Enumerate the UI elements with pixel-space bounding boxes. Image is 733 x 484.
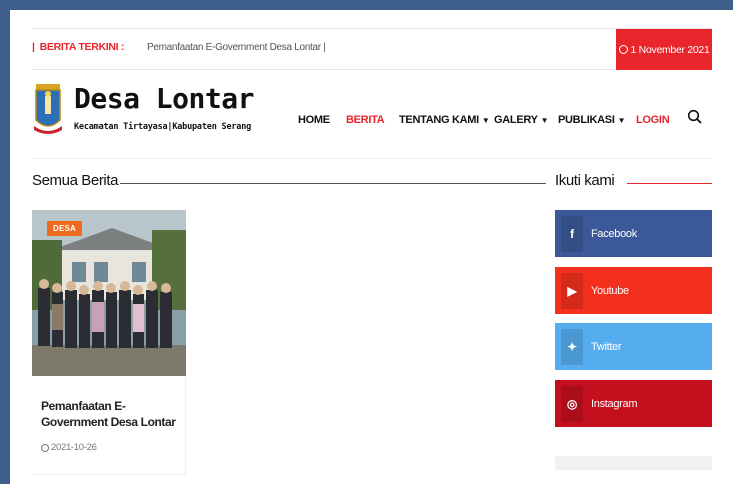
category-badge[interactable]: DESA	[47, 221, 83, 236]
search-icon[interactable]	[687, 109, 703, 125]
nav-galery[interactable]: GALERY ▼	[494, 114, 549, 126]
sidebar-title-line	[627, 183, 712, 184]
nav-berita-label: BERITA	[346, 114, 385, 126]
social-facebook-button[interactable]: f Facebook	[555, 210, 712, 257]
nav-tentang-kami-label: TENTANG KAMI	[399, 114, 479, 126]
breaking-news-label: | BERITA TERKINI :	[32, 41, 125, 53]
social-youtube-label: Youtube	[591, 284, 629, 297]
social-youtube-button[interactable]: ▶ Youtube	[555, 267, 712, 314]
date-badge: 1 November 2021	[616, 29, 712, 70]
site-title[interactable]: Desa Lontar	[74, 82, 254, 115]
sidebar-widget	[555, 456, 712, 470]
breaking-news-bar: | BERITA TERKINI : Pemanfaatan E-Governme…	[32, 28, 712, 70]
clock-icon	[41, 443, 49, 452]
page: | BERITA TERKINI : Pemanfaatan E-Governme…	[10, 10, 733, 484]
social-twitter-label: Twitter	[591, 340, 622, 353]
news-title[interactable]: Pemanfaatan E-Government Desa Lontar	[41, 398, 181, 430]
sidebar-title: Ikuti kami	[555, 172, 615, 189]
caret-down-icon: ▼	[617, 116, 626, 125]
news-image[interactable]: DESA	[32, 210, 186, 376]
nav-tentang-kami[interactable]: TENTANG KAMI ▼	[399, 114, 490, 126]
section-title: Semua Berita	[32, 172, 119, 189]
nav-publikasi[interactable]: PUBLIKASI ▼	[558, 114, 626, 126]
breaking-news-label-text: BERITA TERKINI :	[39, 41, 125, 53]
twitter-icon: ✦	[561, 328, 583, 365]
nav-login-label: LOGIN	[636, 114, 670, 126]
news-date-text: 2021-10-26	[51, 442, 97, 453]
nav-home[interactable]: HOME	[298, 114, 330, 126]
youtube-icon: ▶	[561, 272, 583, 309]
social-instagram-button[interactable]: ◎ Instagram	[555, 380, 712, 427]
caret-down-icon: ▼	[481, 116, 490, 125]
instagram-icon: ◎	[561, 385, 583, 422]
breaking-news-headline[interactable]: Pemanfaatan E-Government Desa Lontar |	[147, 42, 326, 53]
nav-home-label: HOME	[298, 114, 330, 126]
nav-login[interactable]: LOGIN	[636, 114, 670, 126]
caret-down-icon: ▼	[540, 116, 549, 125]
social-instagram-label: Instagram	[591, 397, 638, 410]
section-title-line	[120, 183, 546, 184]
nav-publikasi-label: PUBLIKASI	[558, 114, 615, 126]
date-text: 1 November 2021	[630, 43, 710, 56]
main-nav: HOME BERITA TENTANG KAMI ▼ GALERY ▼ PUBLIK…	[10, 114, 733, 128]
news-card[interactable]: DESA Pemanfaatan E-Government Desa Lonta…	[32, 210, 186, 475]
social-twitter-button[interactable]: ✦ Twitter	[555, 323, 712, 370]
nav-berita[interactable]: BERITA	[346, 114, 385, 126]
header-divider	[32, 158, 712, 159]
social-facebook-label: Facebook	[591, 227, 637, 240]
village-logo[interactable]	[32, 82, 64, 138]
clock-icon	[618, 45, 628, 54]
news-date: 2021-10-26	[41, 442, 97, 453]
facebook-icon: f	[561, 215, 583, 252]
nav-galery-label: GALERY	[494, 114, 538, 126]
